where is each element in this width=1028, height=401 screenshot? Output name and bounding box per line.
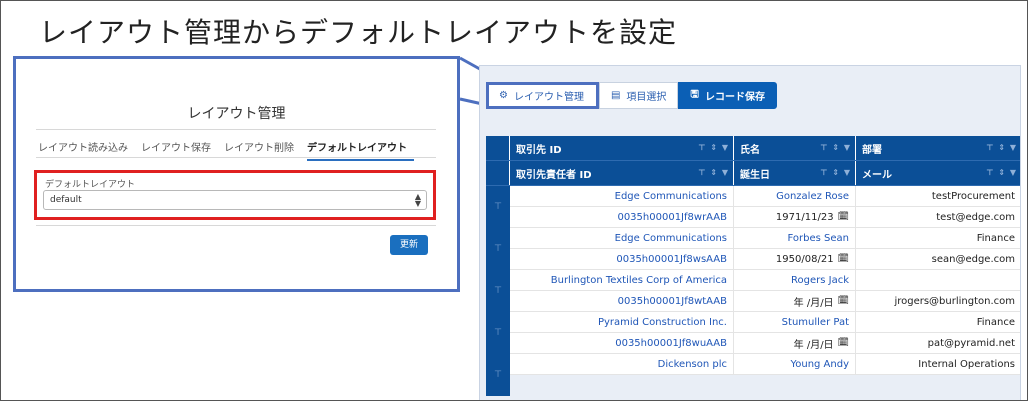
- email-cell: test@edge.com: [856, 207, 1020, 227]
- update-button[interactable]: 更新: [390, 235, 428, 255]
- contact-name-link[interactable]: Gonzalez Rose: [734, 186, 856, 206]
- grid-header-row-1: 取引先 ID ⊤ ⇕ ▼ 氏名 ⊤ ⇕ ▼ 部署 ⊤ ⇕ ▼: [486, 136, 1020, 161]
- divider: [36, 225, 436, 226]
- department-cell: Internal Operations: [856, 354, 1020, 374]
- pin-sort-filter-icon[interactable]: ⊤ ⇕ ▼: [820, 168, 851, 177]
- pin-sort-filter-icon[interactable]: ⊤ ⇕ ▼: [698, 168, 729, 177]
- contact-name-link[interactable]: Rogers Jack: [734, 270, 856, 290]
- contact-id-link[interactable]: 0035h00001Jf8wrAAB: [510, 207, 734, 227]
- department-cell: testProcurement: [856, 186, 1020, 206]
- column-header-department[interactable]: 部署 ⊤ ⇕ ▼: [856, 136, 1020, 160]
- layout-manager-button[interactable]: ⚙ レイアウト管理: [486, 82, 599, 109]
- grid-header-row-2: 取引先責任者 ID ⊤ ⇕ ▼ 誕生日 ⊤ ⇕ ▼ メール ⊤ ⇕ ▼: [486, 161, 1020, 186]
- header-spacer: [486, 161, 510, 185]
- calendar-icon: 🗓: [837, 296, 849, 306]
- account-link[interactable]: Edge Communications: [510, 186, 734, 206]
- default-layout-select[interactable]: default ▲ ▼: [43, 190, 427, 210]
- grid-body: ⊤ ⊤ ⊤ ⊤ ⊤ Edge Communications Gonzalez R…: [486, 186, 1020, 396]
- email-cell: sean@edge.com: [856, 249, 1020, 269]
- dialog-title: レイアウト管理: [187, 106, 286, 122]
- table-row: Dickenson plc Young Andy Internal Operat…: [486, 354, 1020, 375]
- account-link[interactable]: Edge Communications: [510, 228, 734, 248]
- layout-manager-dialog: レイアウト管理 レイアウト読み込み レイアウト保存 レイアウト削除 デフォルトレ…: [13, 56, 460, 292]
- pin-sort-filter-icon[interactable]: ⊤ ⇕ ▼: [820, 143, 851, 152]
- table-row: 0035h00001Jf8wuAAB 年 /月/日 🗓 pat@pyramid.n…: [486, 333, 1020, 354]
- table-row: Edge Communications Forbes Sean Finance: [486, 228, 1020, 249]
- contact-name-link[interactable]: Young Andy: [734, 354, 856, 374]
- default-layout-highlight: デフォルトレイアウト default ▲ ▼: [34, 170, 436, 220]
- pin-sort-filter-icon[interactable]: ⊤ ⇕ ▼: [986, 143, 1017, 152]
- department-cell: [856, 270, 1020, 290]
- contact-name-link[interactable]: Forbes Sean: [734, 228, 856, 248]
- pin-sort-filter-icon[interactable]: ⊤ ⇕ ▼: [986, 168, 1017, 177]
- email-cell: pat@pyramid.net: [856, 333, 1020, 353]
- header-spacer: [486, 136, 510, 160]
- account-link[interactable]: Burlington Textiles Corp of America: [510, 270, 734, 290]
- default-layout-value: default: [50, 195, 82, 205]
- list-icon: ▤: [610, 90, 621, 101]
- department-cell: Finance: [856, 312, 1020, 332]
- save-icon: 🖫: [690, 89, 699, 100]
- birthdate-input[interactable]: 1971/11/23 🗓: [734, 207, 856, 227]
- column-header-account-id[interactable]: 取引先 ID ⊤ ⇕ ▼: [510, 136, 734, 160]
- default-layout-label: デフォルトレイアウト: [45, 180, 136, 190]
- calendar-icon: 🗓: [837, 254, 849, 264]
- divider: [36, 157, 436, 158]
- column-header-contact-id[interactable]: 取引先責任者 ID ⊤ ⇕ ▼: [510, 161, 734, 185]
- item-select-label: 項目選択: [626, 92, 667, 103]
- table-row: Edge Communications Gonzalez Rose testPr…: [486, 186, 1020, 207]
- table-row: 0035h00001Jf8wsAAB 1950/08/21 🗓 sean@edge…: [486, 249, 1020, 270]
- grid-toolbar: ⚙ レイアウト管理 ▤ 項目選択 🖫 レコード保存: [486, 82, 777, 109]
- birthdate-input[interactable]: 1950/08/21 🗓: [734, 249, 856, 269]
- column-header-name[interactable]: 氏名 ⊤ ⇕ ▼: [734, 136, 856, 160]
- row-pin-icon[interactable]: ⊤: [486, 228, 510, 270]
- calendar-icon: 🗓: [837, 338, 849, 348]
- slide-frame: レイアウト管理からデフォルトレイアウトを設定 レイアウト管理 レイアウト読み込み…: [0, 0, 1028, 401]
- pin-sort-filter-icon[interactable]: ⊤ ⇕ ▼: [698, 143, 729, 152]
- email-cell: jrogers@burlington.com: [856, 291, 1020, 311]
- layout-manager-label: レイアウト管理: [513, 92, 584, 103]
- select-updown-icon: ▲ ▼: [414, 192, 421, 208]
- department-cell: Finance: [856, 228, 1020, 248]
- table-row: 0035h00001Jf8wrAAB 1971/11/23 🗓 test@edge…: [486, 207, 1020, 228]
- row-pin-icon[interactable]: ⊤: [486, 186, 510, 228]
- gear-icon: ⚙: [499, 90, 508, 101]
- table-row: 0035h00001Jf8wtAAB 年 /月/日 🗓 jrogers@burli…: [486, 291, 1020, 312]
- item-select-button[interactable]: ▤ 項目選択: [598, 82, 679, 109]
- birthdate-input[interactable]: 年 /月/日 🗓: [734, 291, 856, 311]
- save-record-label: レコード保存: [704, 92, 765, 103]
- birthdate-input[interactable]: 年 /月/日 🗓: [734, 333, 856, 353]
- slide-heading: レイアウト管理からデフォルトレイアウトを設定: [39, 16, 678, 49]
- table-row: Burlington Textiles Corp of America Roge…: [486, 270, 1020, 291]
- save-record-button[interactable]: 🖫 レコード保存: [678, 82, 777, 109]
- contact-name-link[interactable]: Stumuller Pat: [734, 312, 856, 332]
- column-header-birthdate[interactable]: 誕生日 ⊤ ⇕ ▼: [734, 161, 856, 185]
- row-pin-icon[interactable]: ⊤: [486, 354, 510, 396]
- account-link[interactable]: Pyramid Construction Inc.: [510, 312, 734, 332]
- row-pin-icon[interactable]: ⊤: [486, 270, 510, 312]
- data-grid: 取引先 ID ⊤ ⇕ ▼ 氏名 ⊤ ⇕ ▼ 部署 ⊤ ⇕ ▼ 取引先責任者 ID ⊤ ⇕…: [486, 136, 1020, 396]
- table-row: Pyramid Construction Inc. Stumuller Pat …: [486, 312, 1020, 333]
- divider: [36, 129, 436, 130]
- column-header-email[interactable]: メール ⊤ ⇕ ▼: [856, 161, 1020, 185]
- contact-id-link[interactable]: 0035h00001Jf8wuAAB: [510, 333, 734, 353]
- calendar-icon: 🗓: [837, 212, 849, 222]
- row-pin-icon[interactable]: ⊤: [486, 312, 510, 354]
- grid-panel: ⚙ レイアウト管理 ▤ 項目選択 🖫 レコード保存 取引先 ID ⊤ ⇕ ▼ 氏名…: [479, 65, 1021, 400]
- contact-id-link[interactable]: 0035h00001Jf8wtAAB: [510, 291, 734, 311]
- account-link[interactable]: Dickenson plc: [510, 354, 734, 374]
- contact-id-link[interactable]: 0035h00001Jf8wsAAB: [510, 249, 734, 269]
